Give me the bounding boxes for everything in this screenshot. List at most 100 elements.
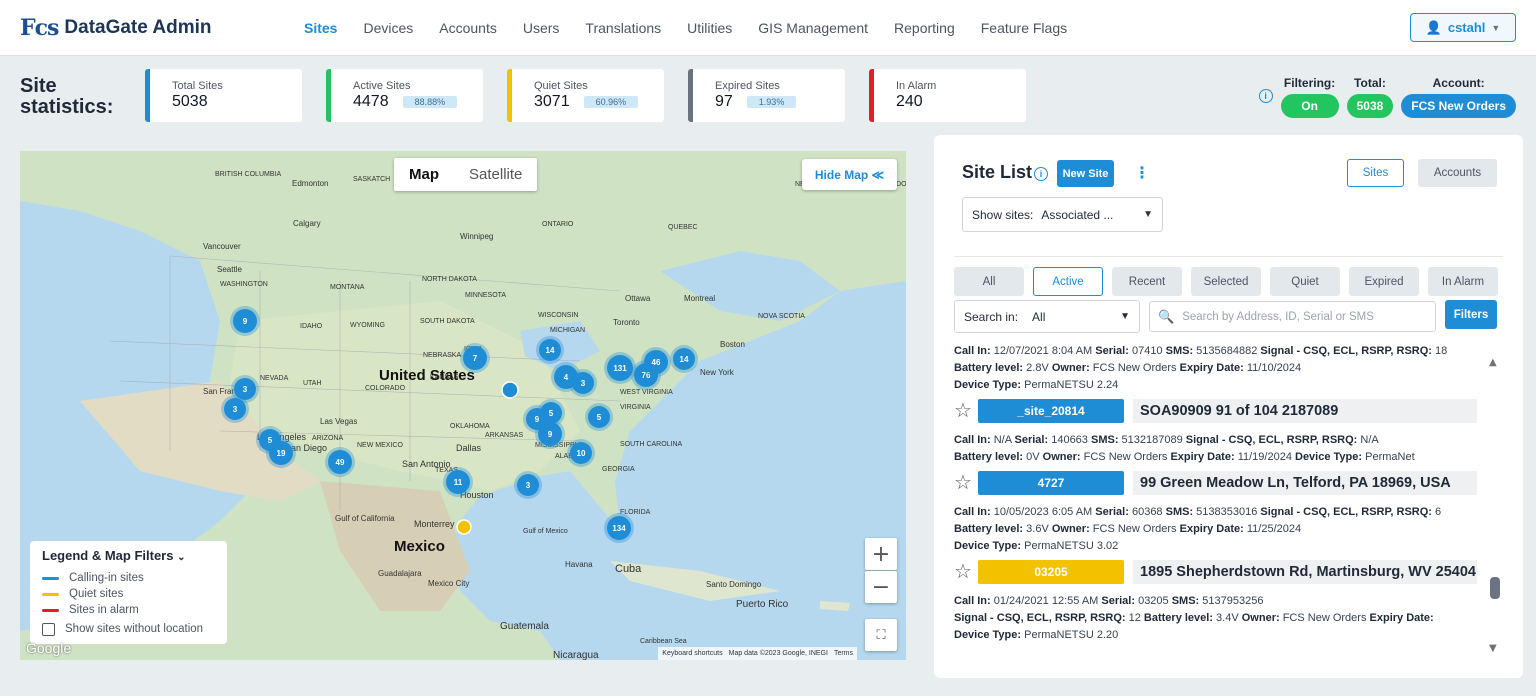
site-cluster-marker[interactable]: 19 [266,438,296,468]
account-pill[interactable]: FCS New Orders [1401,94,1516,118]
site-cluster-marker[interactable]: 3 [514,471,542,499]
legend-title[interactable]: Legend & Map Filters ⌄ [42,548,215,563]
scrollbar-thumb[interactable] [1490,577,1500,599]
site-cluster-marker[interactable]: 9 [535,419,565,449]
map-site-marker[interactable] [501,381,519,399]
tab-recent[interactable]: Recent [1112,267,1182,296]
site-cluster-marker[interactable]: 134 [604,513,634,543]
site-cluster-marker[interactable]: 3 [221,395,249,423]
site-search-input[interactable]: 🔍 Search by Address, ID, Serial or SMS [1149,301,1436,332]
site-cluster-marker[interactable]: 11 [443,467,473,497]
zoom-out-button[interactable]: − [865,571,897,603]
caret-down-icon: ▼ [1143,209,1153,220]
fullscreen-button[interactable]: ⛶ [865,619,897,651]
map-label: Puerto Rico [736,599,789,610]
map-label: Winnipeg [460,232,493,241]
site-cluster-marker[interactable]: 49 [325,447,355,477]
map-label: Gulf of California [335,514,395,523]
tab-active[interactable]: Active [1033,267,1103,296]
scroll-up-arrow[interactable]: ▲ [1489,357,1497,368]
filtering-toggle[interactable]: On [1280,94,1339,118]
star-icon[interactable]: ☆ [954,401,974,421]
accounts-toggle-button[interactable]: Accounts [1418,159,1497,187]
user-menu-button[interactable]: 👤 cstahl ▼ [1410,13,1516,42]
show-without-location-checkbox[interactable] [42,622,55,636]
site-cluster-marker[interactable]: 10 [567,439,595,467]
site-row[interactable]: ☆ 03205 1895 Shepherdstown Rd, Martinsburg… [954,558,1483,586]
cluster-count: 9 [243,317,248,326]
site-map[interactable]: BRITISH COLUMBIA Edmonton SASKATCH Calgary O… [20,151,906,660]
nav-item-feature-flags[interactable]: Feature Flags [981,20,1067,36]
site-list[interactable]: Call In: 12/07/2021 8:04 AM Serial: 0741… [954,343,1483,664]
filters-button[interactable]: Filters [1445,300,1497,329]
show-without-location-option[interactable]: Show sites without location [42,621,215,637]
site-id-badge[interactable]: 4727 [978,471,1124,495]
map-label: United States [379,367,475,384]
site-id-badge[interactable]: 03205 [978,560,1124,584]
new-site-button[interactable]: New Site [1057,160,1114,187]
site-row[interactable]: ☆ 4727 99 Green Meadow Ln, Telford, PA 189… [954,469,1483,497]
site-list-info-icon[interactable]: i [1034,167,1048,181]
site-row[interactable]: ☆ _site_20814 SOA90909 91 of 104 2187089 [954,397,1483,425]
more-options-icon[interactable]: ⋮ [1134,163,1150,182]
terms-link[interactable]: Terms [834,650,853,657]
zoom-in-button[interactable]: + [865,538,897,570]
sites-toggle-button[interactable]: Sites [1347,159,1404,187]
site-cluster-marker[interactable]: 46 [641,347,671,377]
tab-all[interactable]: All [954,267,1024,296]
stat-card-total-sites[interactable]: Total Sites 5038 [145,69,302,122]
nav-item-translations[interactable]: Translations [585,20,661,36]
map-label: ARKANSAS [485,432,523,439]
star-icon[interactable]: ☆ [954,562,974,582]
hide-map-button[interactable]: Hide Map ≪ [802,159,897,190]
site-cluster-marker[interactable]: 3 [569,369,597,397]
site-address[interactable]: SOA90909 91 of 104 2187089 [1133,399,1477,423]
nav-item-users[interactable]: Users [523,20,560,36]
site-cluster-marker[interactable]: 14 [670,345,698,373]
stat-card-expired-sites[interactable]: Expired Sites 97 1.93% [688,69,845,122]
tab-quiet[interactable]: Quiet [1270,267,1340,296]
map-label: Guadalajara [378,569,422,578]
nav-item-devices[interactable]: Devices [363,20,413,36]
site-cluster-marker[interactable]: 7 [460,343,490,373]
stat-card-quiet-sites[interactable]: Quiet Sites 3071 60.96% [507,69,664,122]
satellite-view-button[interactable]: Satellite [454,158,537,191]
nav-item-sites[interactable]: Sites [304,20,337,36]
cluster-count: 19 [277,449,286,458]
site-cluster-marker[interactable]: 131 [604,352,636,384]
nav-item-reporting[interactable]: Reporting [894,20,955,36]
site-address[interactable]: 99 Green Meadow Ln, Telford, PA 18969, U… [1133,471,1477,495]
site-cluster-marker[interactable]: 9 [230,306,260,336]
site-address[interactable]: 1895 Shepherdstown Rd, Martinsburg, WV 2… [1133,560,1477,584]
stat-card-in-alarm[interactable]: In Alarm 240 [869,69,1026,122]
info-icon[interactable]: i [1258,89,1273,103]
tab-selected[interactable]: Selected [1191,267,1261,296]
map-label: Cuba [615,563,642,575]
map-view-button[interactable]: Map [394,158,454,191]
cluster-count: 49 [336,458,345,467]
tab-in-alarm[interactable]: In Alarm [1428,267,1498,296]
map-label: Seattle [217,265,242,274]
nav-item-utilities[interactable]: Utilities [687,20,732,36]
map-quiet-site-marker[interactable] [456,519,472,535]
cluster-count: 5 [597,413,602,422]
search-in-select[interactable]: Search in: All ▼ [954,300,1140,333]
tab-expired[interactable]: Expired [1349,267,1419,296]
stat-card-active-sites[interactable]: Active Sites 4478 88.88% [326,69,483,122]
site-cluster-marker[interactable]: 5 [585,403,613,431]
map-label: MONTANA [330,284,365,291]
site-id-badge[interactable]: _site_20814 [978,399,1124,423]
site-cluster-marker[interactable]: 14 [536,336,564,364]
user-name: cstahl [1447,20,1486,35]
scroll-down-arrow[interactable]: ▼ [1489,643,1497,654]
nav-item-accounts[interactable]: Accounts [439,20,497,36]
nav-item-gis-management[interactable]: GIS Management [758,20,868,36]
brand[interactable]: Fcs DataGate Admin [20,15,260,41]
show-sites-select[interactable]: Show sites: Associated ... ▼ [962,197,1163,232]
stat-value: 3071 [534,93,570,110]
keyboard-shortcuts-link[interactable]: Keyboard shortcuts [662,650,722,657]
site-meta-line: Device Type: PermaNETSU 2.24 [954,379,1119,391]
cluster-count: 10 [577,449,586,458]
star-icon[interactable]: ☆ [954,473,974,493]
map-label: MINNESOTA [465,292,506,299]
